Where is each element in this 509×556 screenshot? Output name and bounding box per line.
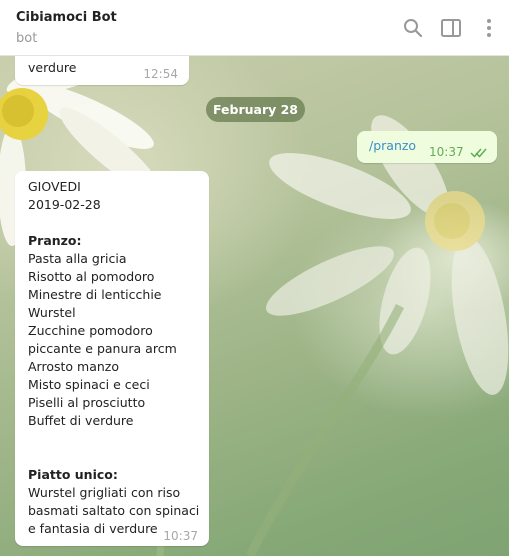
menu-item: Buffet di verdure (28, 413, 134, 428)
date-separator[interactable]: February 28 (206, 97, 305, 122)
message-bubble-outgoing[interactable]: /pranzo 10:37 (357, 131, 497, 163)
menu-item: basmati saltato con spinaci (28, 503, 200, 518)
menu-item: Risotto al pomodoro (28, 269, 155, 284)
search-icon[interactable] (401, 16, 425, 40)
more-vertical-icon[interactable] (477, 16, 501, 40)
sidebar-toggle-icon[interactable] (439, 16, 463, 40)
message-text: verdure (28, 60, 77, 75)
message-time: 10:37 (429, 145, 464, 159)
menu-section-heading: Piatto unico: (28, 467, 118, 482)
chat-title[interactable]: Cibiamoci Bot (16, 10, 117, 25)
chat-subtitle: bot (16, 31, 38, 46)
menu-item: e fantasia di verdure (28, 521, 158, 536)
menu-item: Piselli al prosciutto (28, 395, 146, 410)
menu-item: piccante e panura arcm (28, 341, 177, 356)
double-check-icon (470, 145, 488, 163)
menu-item: Pasta alla gricia (28, 251, 127, 266)
message-time: 10:37 (163, 529, 198, 543)
menu-item: Wurstel grigliati con riso (28, 485, 181, 500)
menu-item: Wurstel (28, 305, 76, 320)
menu-item: Zucchine pomodoro (28, 323, 153, 338)
menu-item: Misto spinaci e ceci (28, 377, 150, 392)
menu-date: 2019-02-28 (28, 197, 101, 212)
message-time: 12:54 (143, 67, 178, 81)
menu-item: Minestre di lenticchie (28, 287, 162, 302)
message-bubble-incoming[interactable]: GIOVEDI 2019-02-28 Pranzo: Pasta alla gr… (15, 171, 209, 546)
menu-section-heading: Pranzo: (28, 233, 82, 248)
menu-day: GIOVEDI (28, 179, 81, 194)
bot-command-link[interactable]: /pranzo (369, 137, 416, 155)
menu-item: Arrosto manzo (28, 359, 119, 374)
message-bubble-incoming[interactable]: verdure 12:54 (15, 56, 189, 85)
chat-header: Cibiamoci Bot bot (0, 0, 509, 56)
